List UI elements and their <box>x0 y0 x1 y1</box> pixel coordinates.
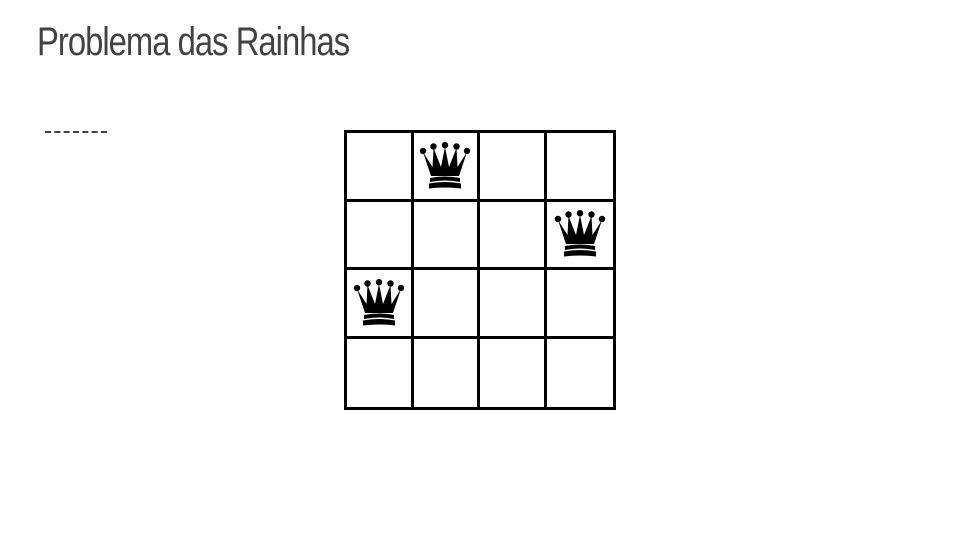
board-cell <box>546 133 613 202</box>
board-cell <box>546 270 613 339</box>
queen-icon <box>353 279 405 327</box>
board-cell <box>347 201 414 270</box>
slide-title: Problema das Rainhas <box>37 20 350 64</box>
board-cell <box>546 201 613 270</box>
board-cell <box>347 338 414 407</box>
queen-icon <box>419 142 471 190</box>
board-cell <box>480 133 547 202</box>
board-cell <box>413 270 480 339</box>
queen-icon <box>554 210 606 258</box>
title-divider <box>45 131 107 133</box>
board-cell <box>480 270 547 339</box>
board-cell <box>546 338 613 407</box>
board-cell <box>480 201 547 270</box>
board-cell <box>413 133 480 202</box>
board-cell <box>413 338 480 407</box>
board-cell <box>347 270 414 339</box>
slide: Problema das Rainhas <box>0 0 960 540</box>
chess-board <box>344 130 616 410</box>
board-cell <box>347 133 414 202</box>
board-cell <box>413 201 480 270</box>
board-cell <box>480 338 547 407</box>
